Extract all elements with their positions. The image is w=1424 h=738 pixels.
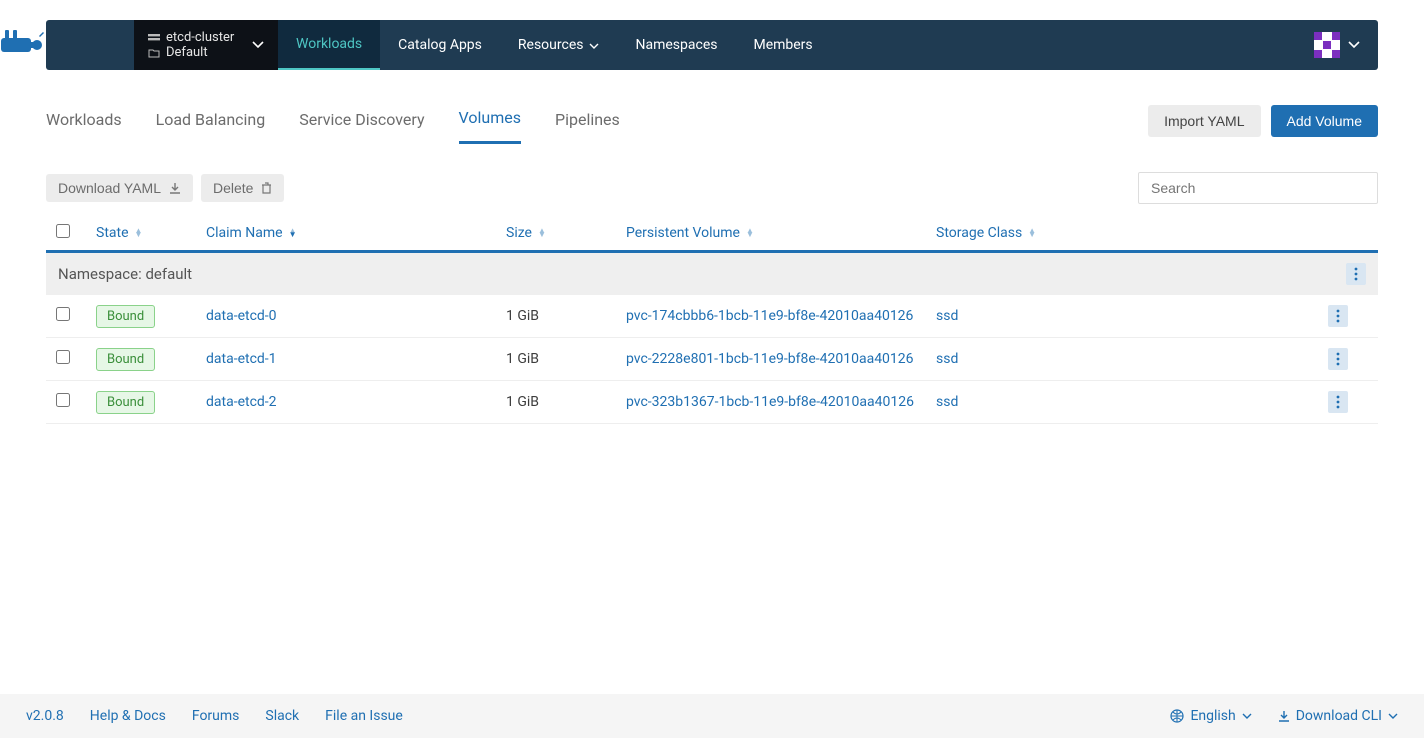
col-size[interactable]: Size▲▼ [506, 225, 626, 241]
top-nav-bar: etcd-cluster Default Workloads Catalog A… [46, 20, 1378, 70]
sort-icon: ▲▼ [746, 229, 754, 237]
claim-name-link[interactable]: data-etcd-1 [206, 351, 277, 367]
col-persistent-volume[interactable]: Persistent Volume▲▼ [626, 225, 936, 241]
persistent-volume-link[interactable]: pvc-2228e801-1bcb-11e9-bf8e-42010aa40126 [626, 351, 914, 367]
col-state[interactable]: State▲▼ [96, 225, 206, 241]
row-checkbox[interactable] [56, 393, 70, 407]
volumes-table: State▲▼ Claim Name▲▼ Size▲▼ Persistent V… [46, 216, 1378, 424]
nav-workloads[interactable]: Workloads [278, 20, 380, 70]
state-badge: Bound [96, 391, 155, 414]
globe-icon [1170, 709, 1184, 723]
cluster-project-selector[interactable]: etcd-cluster Default [134, 20, 278, 70]
footer-link-slack[interactable]: Slack [265, 708, 299, 724]
state-badge: Bound [96, 348, 155, 371]
persistent-volume-link[interactable]: pvc-174cbbb6-1bcb-11e9-bf8e-42010aa40126 [626, 308, 913, 324]
subtab-workloads[interactable]: Workloads [46, 100, 122, 143]
size-value: 1 GiB [506, 394, 626, 410]
delete-button[interactable]: Delete [201, 174, 284, 202]
namespace-group-row: Namespace: default [46, 253, 1378, 295]
footer-link-forums[interactable]: Forums [192, 708, 240, 724]
table-row: Bound data-etcd-2 1 GiBpvc-323b1367-1bcb-1… [46, 381, 1378, 424]
nav-namespaces[interactable]: Namespaces [617, 20, 735, 70]
sort-icon: ▲▼ [135, 229, 143, 237]
sort-icon: ▲▼ [1028, 229, 1036, 237]
col-storage-class[interactable]: Storage Class▲▼ [936, 225, 1328, 241]
cluster-icon [148, 33, 160, 43]
main-nav: Workloads Catalog Apps Resources Namespa… [278, 20, 831, 70]
storage-class-link[interactable]: ssd [936, 394, 958, 410]
search-input[interactable] [1138, 172, 1378, 204]
chevron-down-icon [589, 37, 599, 53]
col-claim-name[interactable]: Claim Name▲▼ [206, 225, 506, 241]
namespace-actions-menu[interactable] [1346, 263, 1366, 285]
download-yaml-button[interactable]: Download YAML [46, 174, 193, 202]
claim-name-link[interactable]: data-etcd-0 [206, 308, 277, 324]
storage-class-link[interactable]: ssd [936, 351, 958, 367]
table-header: State▲▼ Claim Name▲▼ Size▲▼ Persistent V… [46, 216, 1378, 253]
version-label: v2.0.8 [26, 708, 64, 724]
subtab-volumes[interactable]: Volumes [459, 98, 521, 144]
nav-resources[interactable]: Resources [500, 20, 618, 70]
toolbar: Download YAML Delete [46, 172, 1378, 204]
row-actions-menu[interactable] [1328, 391, 1348, 413]
language-selector[interactable]: English [1170, 708, 1251, 724]
select-all-checkbox[interactable] [56, 224, 70, 238]
size-value: 1 GiB [506, 308, 626, 324]
nav-catalog-apps[interactable]: Catalog Apps [380, 20, 500, 70]
download-cli[interactable]: Download CLI [1278, 708, 1398, 724]
add-volume-button[interactable]: Add Volume [1271, 105, 1379, 137]
user-avatar [1314, 32, 1340, 58]
project-name: Default [166, 45, 208, 60]
chevron-down-icon [1388, 713, 1398, 719]
row-checkbox[interactable] [56, 350, 70, 364]
chevron-down-icon [1348, 41, 1360, 49]
sort-icon: ▲▼ [289, 229, 297, 237]
claim-name-link[interactable]: data-etcd-2 [206, 394, 277, 410]
footer: v2.0.8 Help & Docs Forums Slack File an … [0, 694, 1424, 738]
download-icon [1278, 710, 1290, 722]
folder-icon [148, 48, 160, 58]
footer-link-file-issue[interactable]: File an Issue [325, 708, 403, 724]
state-badge: Bound [96, 305, 155, 328]
subtab-pipelines[interactable]: Pipelines [555, 100, 620, 143]
subtab-service-discovery[interactable]: Service Discovery [299, 100, 424, 143]
download-icon [169, 182, 181, 194]
chevron-down-icon [1242, 713, 1252, 719]
storage-class-link[interactable]: ssd [936, 308, 958, 324]
row-checkbox[interactable] [56, 307, 70, 321]
user-menu[interactable] [1314, 20, 1378, 70]
sort-icon: ▲▼ [538, 229, 546, 237]
cluster-name: etcd-cluster [166, 30, 234, 45]
sub-tabs: Workloads Load Balancing Service Discove… [46, 98, 1378, 144]
table-row: Bound data-etcd-0 1 GiBpvc-174cbbb6-1bcb-1… [46, 295, 1378, 338]
persistent-volume-link[interactable]: pvc-323b1367-1bcb-11e9-bf8e-42010aa40126 [626, 394, 914, 410]
chevron-down-icon [252, 37, 264, 53]
row-actions-menu[interactable] [1328, 305, 1348, 327]
size-value: 1 GiB [506, 351, 626, 367]
nav-members[interactable]: Members [735, 20, 830, 70]
rancher-logo[interactable] [0, 26, 45, 64]
footer-link-help[interactable]: Help & Docs [90, 708, 166, 724]
import-yaml-button[interactable]: Import YAML [1148, 105, 1260, 137]
subtab-load-balancing[interactable]: Load Balancing [156, 100, 266, 143]
row-actions-menu[interactable] [1328, 348, 1348, 370]
table-row: Bound data-etcd-1 1 GiBpvc-2228e801-1bcb-1… [46, 338, 1378, 381]
trash-icon [261, 182, 272, 194]
namespace-label: Namespace: default [58, 265, 192, 283]
